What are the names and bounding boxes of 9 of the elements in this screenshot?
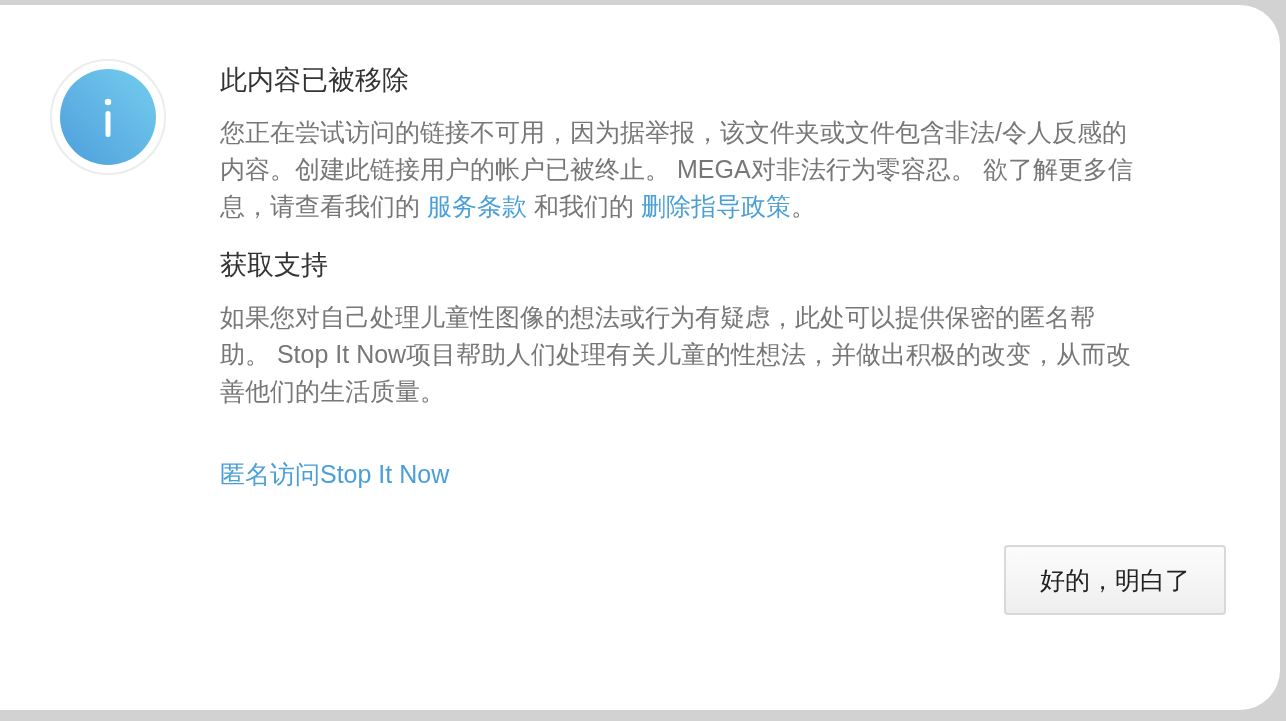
ok-button[interactable]: 好的，明白了 xyxy=(1004,545,1226,615)
policy-link[interactable]: 服务条款 xyxy=(426,192,527,220)
removal-message: 您正在尝试访问的链接不可用，因为据举报，该文件夹或文件包含非法/令人反感的内容。创建此链接用户的帐户已被终止。 MEGA对非法行为零容忍。 欲了解更多信息，请查看我们的 服务条款 和我们的 删除指导政策。 xyxy=(220,117,1134,222)
support-heading: 获取支持 xyxy=(220,249,329,282)
policy-link[interactable]: 删除指导政策 xyxy=(640,192,791,220)
info-icon xyxy=(50,59,166,175)
support-message: 如果您对自己处理儿童性图像的想法或行为有疑虑，此处可以提供保密的匿名帮助。 Stop It Now项目帮助人们处理有关儿童的性想法，并做出积极的改变，从而改善他们的生活质量。 xyxy=(220,302,1133,407)
support-link[interactable]: 匿名访问Stop It Now xyxy=(220,456,450,493)
dialog-title: 此内容已被移除 xyxy=(220,64,410,97)
